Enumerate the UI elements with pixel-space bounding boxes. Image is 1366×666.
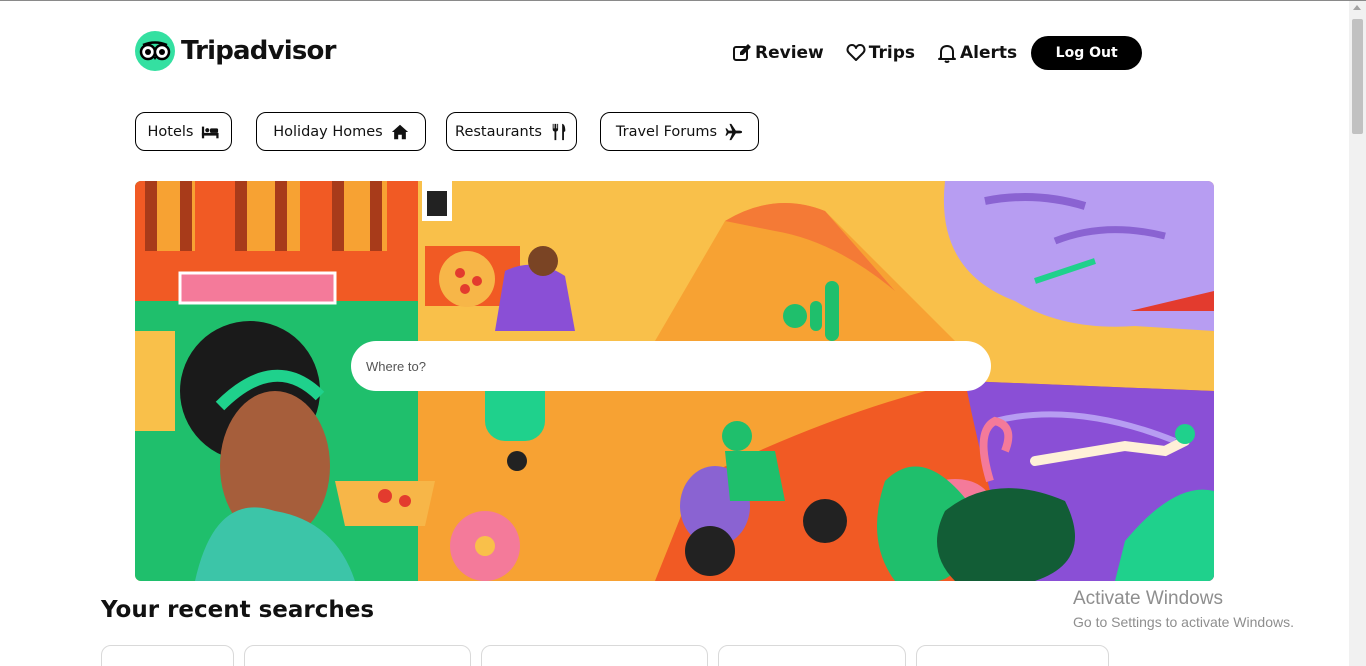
review-link[interactable]: Review (732, 36, 824, 70)
holiday-homes-label: Holiday Homes (273, 123, 383, 140)
recent-search-card[interactable] (718, 645, 906, 666)
recent-searches-heading: Your recent searches (101, 597, 375, 623)
watermark-title: Activate Windows (1073, 588, 1223, 609)
page: Tripadvisor Review Trips Alerts Log Out (0, 0, 1366, 666)
recent-search-card[interactable] (244, 645, 471, 666)
heart-icon (846, 44, 866, 61)
hotels-button[interactable]: Hotels (135, 112, 232, 151)
recent-search-card[interactable] (916, 645, 1109, 666)
trips-label: Trips (868, 43, 915, 63)
watermark-subtitle: Go to Settings to activate Windows. (1073, 614, 1294, 630)
scrollbar-thumb[interactable] (1352, 19, 1363, 134)
search-bar[interactable] (351, 341, 991, 391)
trips-link[interactable]: Trips (846, 36, 915, 70)
recent-search-card[interactable] (101, 645, 234, 666)
owl-logo-icon (135, 31, 175, 71)
edit-icon (733, 44, 751, 61)
travel-forums-button[interactable]: Travel Forums (600, 112, 759, 151)
bell-icon (938, 45, 956, 63)
scroll-up-arrow-icon[interactable] (1353, 5, 1361, 10)
travel-forums-label: Travel Forums (615, 123, 718, 140)
plane-icon (725, 123, 743, 140)
logout-button[interactable]: Log Out (1031, 36, 1143, 70)
restaurants-button[interactable]: Restaurants (446, 112, 577, 151)
vertical-scrollbar[interactable] (1349, 1, 1366, 666)
alerts-link[interactable]: Alerts (937, 36, 1017, 70)
windows-activation-watermark: Activate Windows Go to Settings to activ… (1073, 588, 1294, 630)
tripadvisor-logo[interactable]: Tripadvisor (135, 31, 336, 71)
recent-search-card[interactable] (481, 645, 708, 666)
hotels-label: Hotels (147, 123, 194, 140)
search-input[interactable] (366, 358, 956, 374)
holiday-homes-button[interactable]: Holiday Homes (256, 112, 426, 151)
restaurants-label: Restaurants (455, 123, 542, 140)
home-icon (391, 124, 408, 139)
review-label: Review (755, 43, 824, 63)
brand-name: Tripadvisor (181, 36, 336, 66)
top-navigation: Review Trips Alerts Log Out (732, 36, 1143, 70)
utensils-icon (552, 123, 566, 140)
bed-icon (202, 126, 220, 138)
alerts-label: Alerts (960, 43, 1018, 63)
